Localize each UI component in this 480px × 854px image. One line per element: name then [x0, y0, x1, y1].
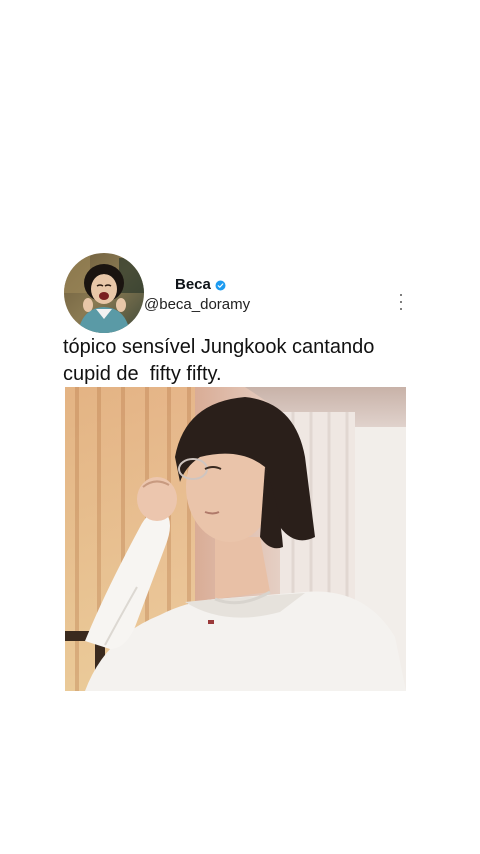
- tweet-text-line-2: cupid de fifty fifty.: [63, 363, 222, 385]
- author-avatar[interactable]: [64, 253, 144, 333]
- avatar-image: [64, 253, 144, 333]
- author-handle[interactable]: @beca_doramy: [144, 296, 250, 314]
- verified-badge-icon: [215, 280, 226, 290]
- tweet-card: Beca @beca_doramy tópico sensível Jungko…: [0, 0, 480, 854]
- photo-image: [65, 387, 406, 691]
- author-display-name[interactable]: Beca: [175, 276, 211, 294]
- tweet-text-line-1: tópico sensível Jungkook cantando: [63, 336, 375, 358]
- vertical-ellipsis-icon[interactable]: [396, 294, 406, 310]
- tweet-photo[interactable]: [65, 387, 406, 691]
- tweet-text: tópico sensível Jungkook cantando cupid …: [63, 334, 423, 388]
- author-name-row[interactable]: Beca: [175, 276, 226, 294]
